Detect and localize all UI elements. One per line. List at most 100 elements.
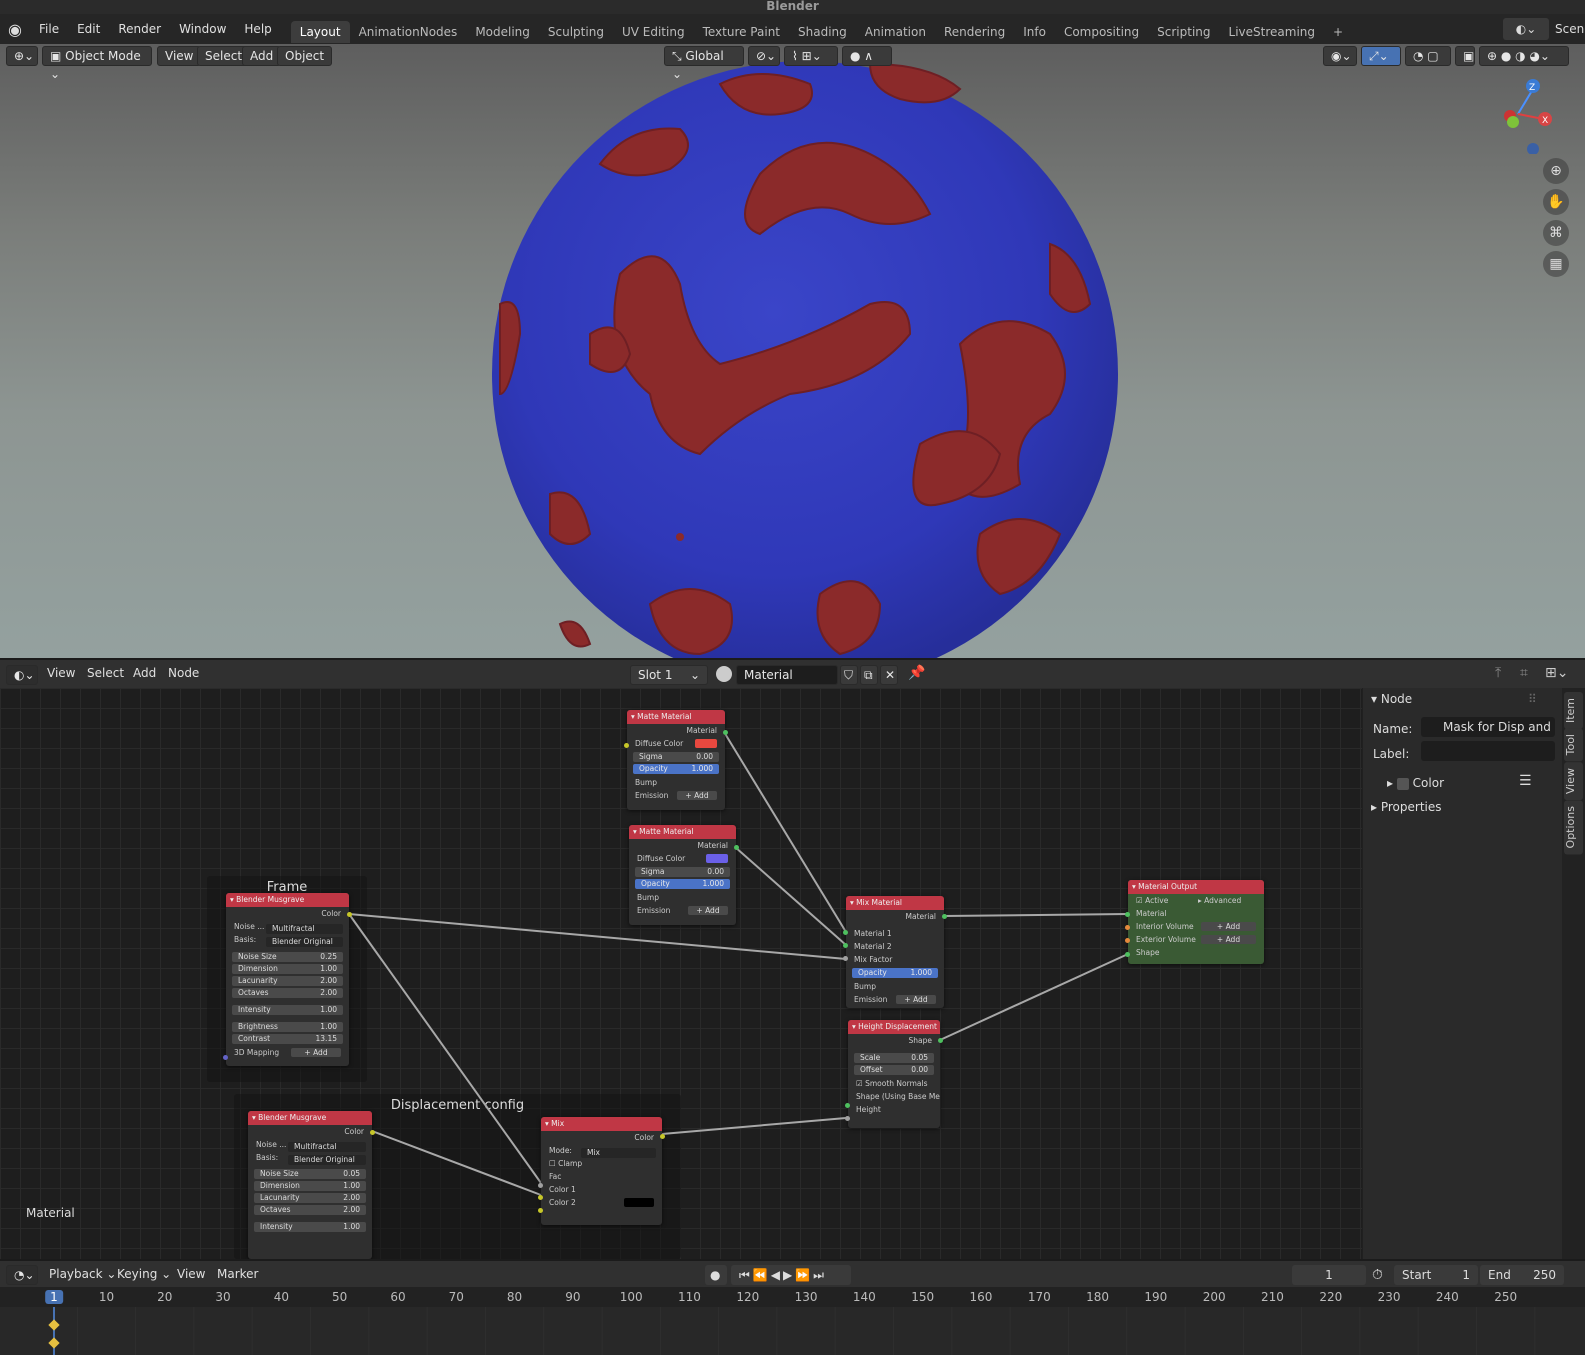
node-title[interactable]: ▾ Matte Material — [629, 825, 736, 839]
playback-controls-icon[interactable]: ⏮⏪◀▶⏩⏭ — [731, 1265, 851, 1285]
smooth-normals-row[interactable]: ☑ Smooth Normals — [848, 1077, 940, 1090]
tab-scripting[interactable]: Scripting — [1148, 21, 1219, 43]
blender-logo-icon[interactable]: ◉ — [0, 20, 30, 39]
color-checkbox[interactable] — [1396, 777, 1409, 790]
proportional-edit-icon[interactable]: ● ∧ — [842, 46, 892, 66]
sigma-field[interactable]: Sigma 0.00 — [635, 867, 730, 877]
timeline-editor-type-icon[interactable]: ◔⌄ — [6, 1265, 38, 1285]
tab-options[interactable]: Options — [1564, 800, 1583, 855]
overlay-icon[interactable]: ◔ ▢ — [1405, 46, 1451, 66]
matte-material-node-1[interactable]: ▾ Matte Material Material Diffuse Color … — [624, 710, 728, 810]
add-button[interactable]: + Add — [1201, 922, 1256, 931]
brightness-field[interactable]: Brightness 1.00 — [232, 1022, 343, 1032]
add-workspace-button[interactable]: + — [1324, 21, 1352, 43]
viewport-menu-object[interactable]: Object — [277, 46, 333, 66]
tab-animation[interactable]: Animation — [856, 21, 935, 43]
fake-user-shield-icon[interactable]: ⛉ — [840, 665, 858, 685]
intensity-field[interactable]: Intensity 1.00 — [254, 1222, 366, 1232]
intensity-field[interactable]: Intensity 1.00 — [232, 1005, 343, 1015]
node-title[interactable]: ▾ Blender Musgrave — [248, 1111, 372, 1125]
node-editor-canvas[interactable]: Frame Displacement config ▾ Matte Materi… — [0, 688, 1362, 1259]
node-title[interactable]: ▾ Matte Material — [627, 710, 725, 724]
node-menu-node[interactable]: Node — [159, 658, 208, 688]
tab-livestreaming[interactable]: LiveStreaming — [1220, 21, 1324, 43]
mix-material-node[interactable]: ▾ Mix Material Material Material 1 Mater… — [843, 896, 947, 1008]
pin-icon[interactable]: 📌 — [908, 665, 925, 681]
drag-handle-icon[interactable]: ⠿ — [1528, 692, 1537, 706]
diffuse-color-row[interactable]: Diffuse Color — [629, 852, 736, 865]
current-frame-field[interactable]: 1 — [1292, 1265, 1366, 1285]
tab-layout[interactable]: Layout — [290, 21, 350, 43]
opacity-field[interactable]: Opacity 1.000 — [633, 764, 719, 774]
list-icon[interactable]: ☰ — [1519, 773, 1532, 789]
properties-panel-header[interactable]: ▸ Properties — [1371, 800, 1442, 814]
tab-tool[interactable]: Tool — [1564, 728, 1583, 762]
tab-uv-editing[interactable]: UV Editing — [613, 21, 694, 43]
viewport-menu-view[interactable]: View — [157, 46, 202, 66]
node-title[interactable]: ▾ Height Displacement — [848, 1020, 940, 1034]
node-label-field[interactable] — [1421, 741, 1555, 761]
clamp-checkbox[interactable]: ☐ — [549, 1159, 558, 1168]
material2-socket[interactable] — [843, 943, 848, 948]
scale-field[interactable]: Scale 0.05 — [854, 1053, 934, 1063]
add-button[interactable]: + Add — [688, 906, 728, 915]
visibility-icon[interactable]: ◉⌄ — [1323, 46, 1357, 66]
slot-dropdown[interactable]: Slot 1 ⌄ — [630, 665, 708, 685]
octaves-field[interactable]: Octaves 2.00 — [254, 1205, 366, 1215]
tab-sculpting[interactable]: Sculpting — [539, 21, 613, 43]
diffuse-color-swatch[interactable] — [695, 739, 717, 748]
blender-musgrave-node-1[interactable]: ▾ Blender Musgrave Color Noise ... Multif… — [223, 893, 352, 1066]
timeline-menu-marker[interactable]: Marker — [208, 1260, 267, 1288]
add-button[interactable]: + Add — [291, 1048, 341, 1057]
noise-size-field[interactable]: Noise Size 0.05 — [254, 1169, 366, 1179]
record-icon[interactable]: ● — [705, 1265, 727, 1285]
active-checkbox[interactable]: ☑ — [1136, 896, 1145, 905]
material1-socket[interactable] — [843, 930, 848, 935]
tab-info[interactable]: Info — [1014, 21, 1055, 43]
clock-icon[interactable]: ⏱ — [1372, 1267, 1383, 1283]
dimension-field[interactable]: Dimension 1.00 — [232, 964, 343, 974]
transform-orientation-dropdown[interactable]: ⤡ Global ⌄ — [664, 46, 744, 81]
gizmo-toggle-icon[interactable]: ⤢⌄ — [1361, 46, 1401, 66]
input-socket[interactable] — [223, 1055, 228, 1060]
opacity-field[interactable]: Opacity 1.000 — [635, 879, 730, 889]
start-frame-field[interactable]: Start 1 — [1394, 1265, 1478, 1285]
mix-node[interactable]: ▾ Mix Color Mode: Mix ☐ Clamp Fac Color 1… — [538, 1117, 665, 1225]
dimension-field[interactable]: Dimension 1.00 — [254, 1181, 366, 1191]
tab-rendering[interactable]: Rendering — [935, 21, 1014, 43]
noise-size-field[interactable]: Noise Size 0.25 — [232, 952, 343, 962]
menu-render[interactable]: Render — [109, 14, 170, 44]
output-socket[interactable] — [660, 1134, 665, 1139]
opacity-field[interactable]: Opacity 1.000 — [852, 968, 938, 978]
output-socket[interactable] — [942, 914, 947, 919]
editor-type-icon[interactable]: ⊕⌄ — [6, 46, 38, 66]
end-frame-field[interactable]: End 250 — [1480, 1265, 1564, 1285]
node-editor-type-icon[interactable]: ◐⌄ — [6, 665, 38, 685]
material-sphere-icon[interactable] — [716, 666, 732, 682]
tab-animationnodes[interactable]: AnimationNodes — [350, 21, 467, 43]
zoom-icon[interactable]: ⊕ — [1543, 158, 1569, 184]
mode-dropdown[interactable]: ▣ Object Mode ⌄ — [42, 46, 152, 81]
input-socket[interactable] — [624, 743, 629, 748]
scene-name[interactable]: Scen — [1555, 22, 1585, 36]
duplicate-material-icon[interactable]: ⧉ — [860, 665, 878, 685]
material-input-socket[interactable] — [1125, 912, 1130, 917]
output-socket[interactable] — [347, 912, 352, 917]
unlink-material-close-icon[interactable]: ✕ — [880, 665, 898, 685]
tab-view[interactable]: View — [1564, 762, 1583, 801]
3d-viewport[interactable]: ⊕⌄ ▣ Object Mode ⌄ View Select Add Objec… — [0, 44, 1585, 658]
tab-modeling[interactable]: Modeling — [466, 21, 539, 43]
tab-item[interactable]: Item — [1564, 692, 1583, 730]
exterior-socket[interactable] — [1125, 938, 1130, 943]
node-title[interactable]: ▾ Material Output — [1128, 880, 1264, 894]
tab-compositing[interactable]: Compositing — [1055, 21, 1148, 43]
basis-dropdown[interactable]: Blender Original — [288, 1155, 366, 1165]
output-socket[interactable] — [734, 845, 739, 850]
lacunarity-field[interactable]: Lacunarity 2.00 — [254, 1193, 366, 1203]
color-subpanel[interactable]: ▸ Color — [1387, 776, 1444, 790]
menu-file[interactable]: File — [30, 14, 68, 44]
shape-input-socket[interactable] — [1125, 952, 1130, 957]
output-socket[interactable] — [938, 1038, 943, 1043]
menu-window[interactable]: Window — [170, 14, 235, 44]
menu-help[interactable]: Help — [235, 14, 280, 44]
